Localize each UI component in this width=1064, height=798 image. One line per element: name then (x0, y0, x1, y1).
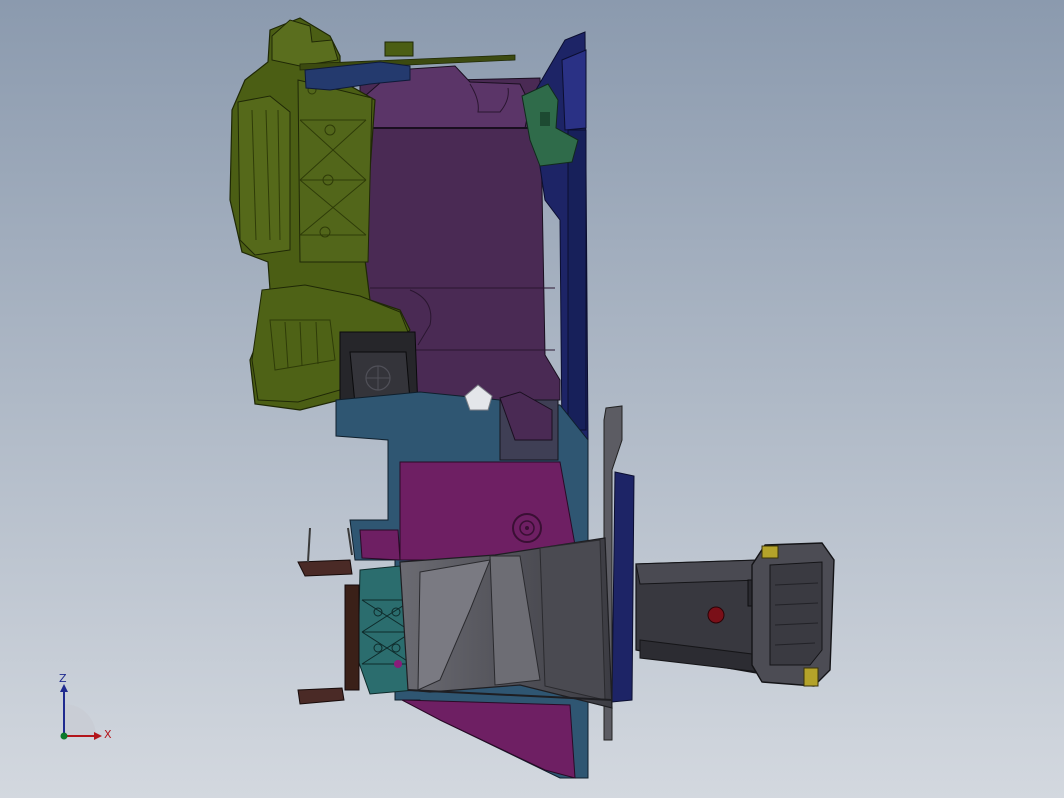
lower-housing-cavity[interactable] (399, 461, 576, 561)
yellow-clip-top[interactable] (761, 545, 779, 559)
y-axis-icon (60, 732, 68, 740)
x-axis-label: X (104, 728, 112, 741)
filter-plate[interactable] (344, 584, 360, 691)
outlet-funnel-duct[interactable] (399, 537, 613, 709)
triad-plane-sector (64, 704, 96, 736)
x-arrowhead-icon (94, 732, 102, 740)
z-arrowhead-icon (60, 684, 68, 692)
lower-housing-panel[interactable] (359, 529, 401, 561)
yellow-clip-bottom[interactable] (803, 667, 819, 687)
graphics-viewport[interactable]: Z X (0, 0, 1064, 798)
coordinate-triad: Z X (48, 672, 118, 746)
red-marker[interactable] (707, 606, 725, 624)
cad-model-view[interactable] (0, 0, 1064, 798)
blower-scroll[interactable] (237, 95, 291, 256)
z-axis-label: Z (59, 672, 67, 685)
